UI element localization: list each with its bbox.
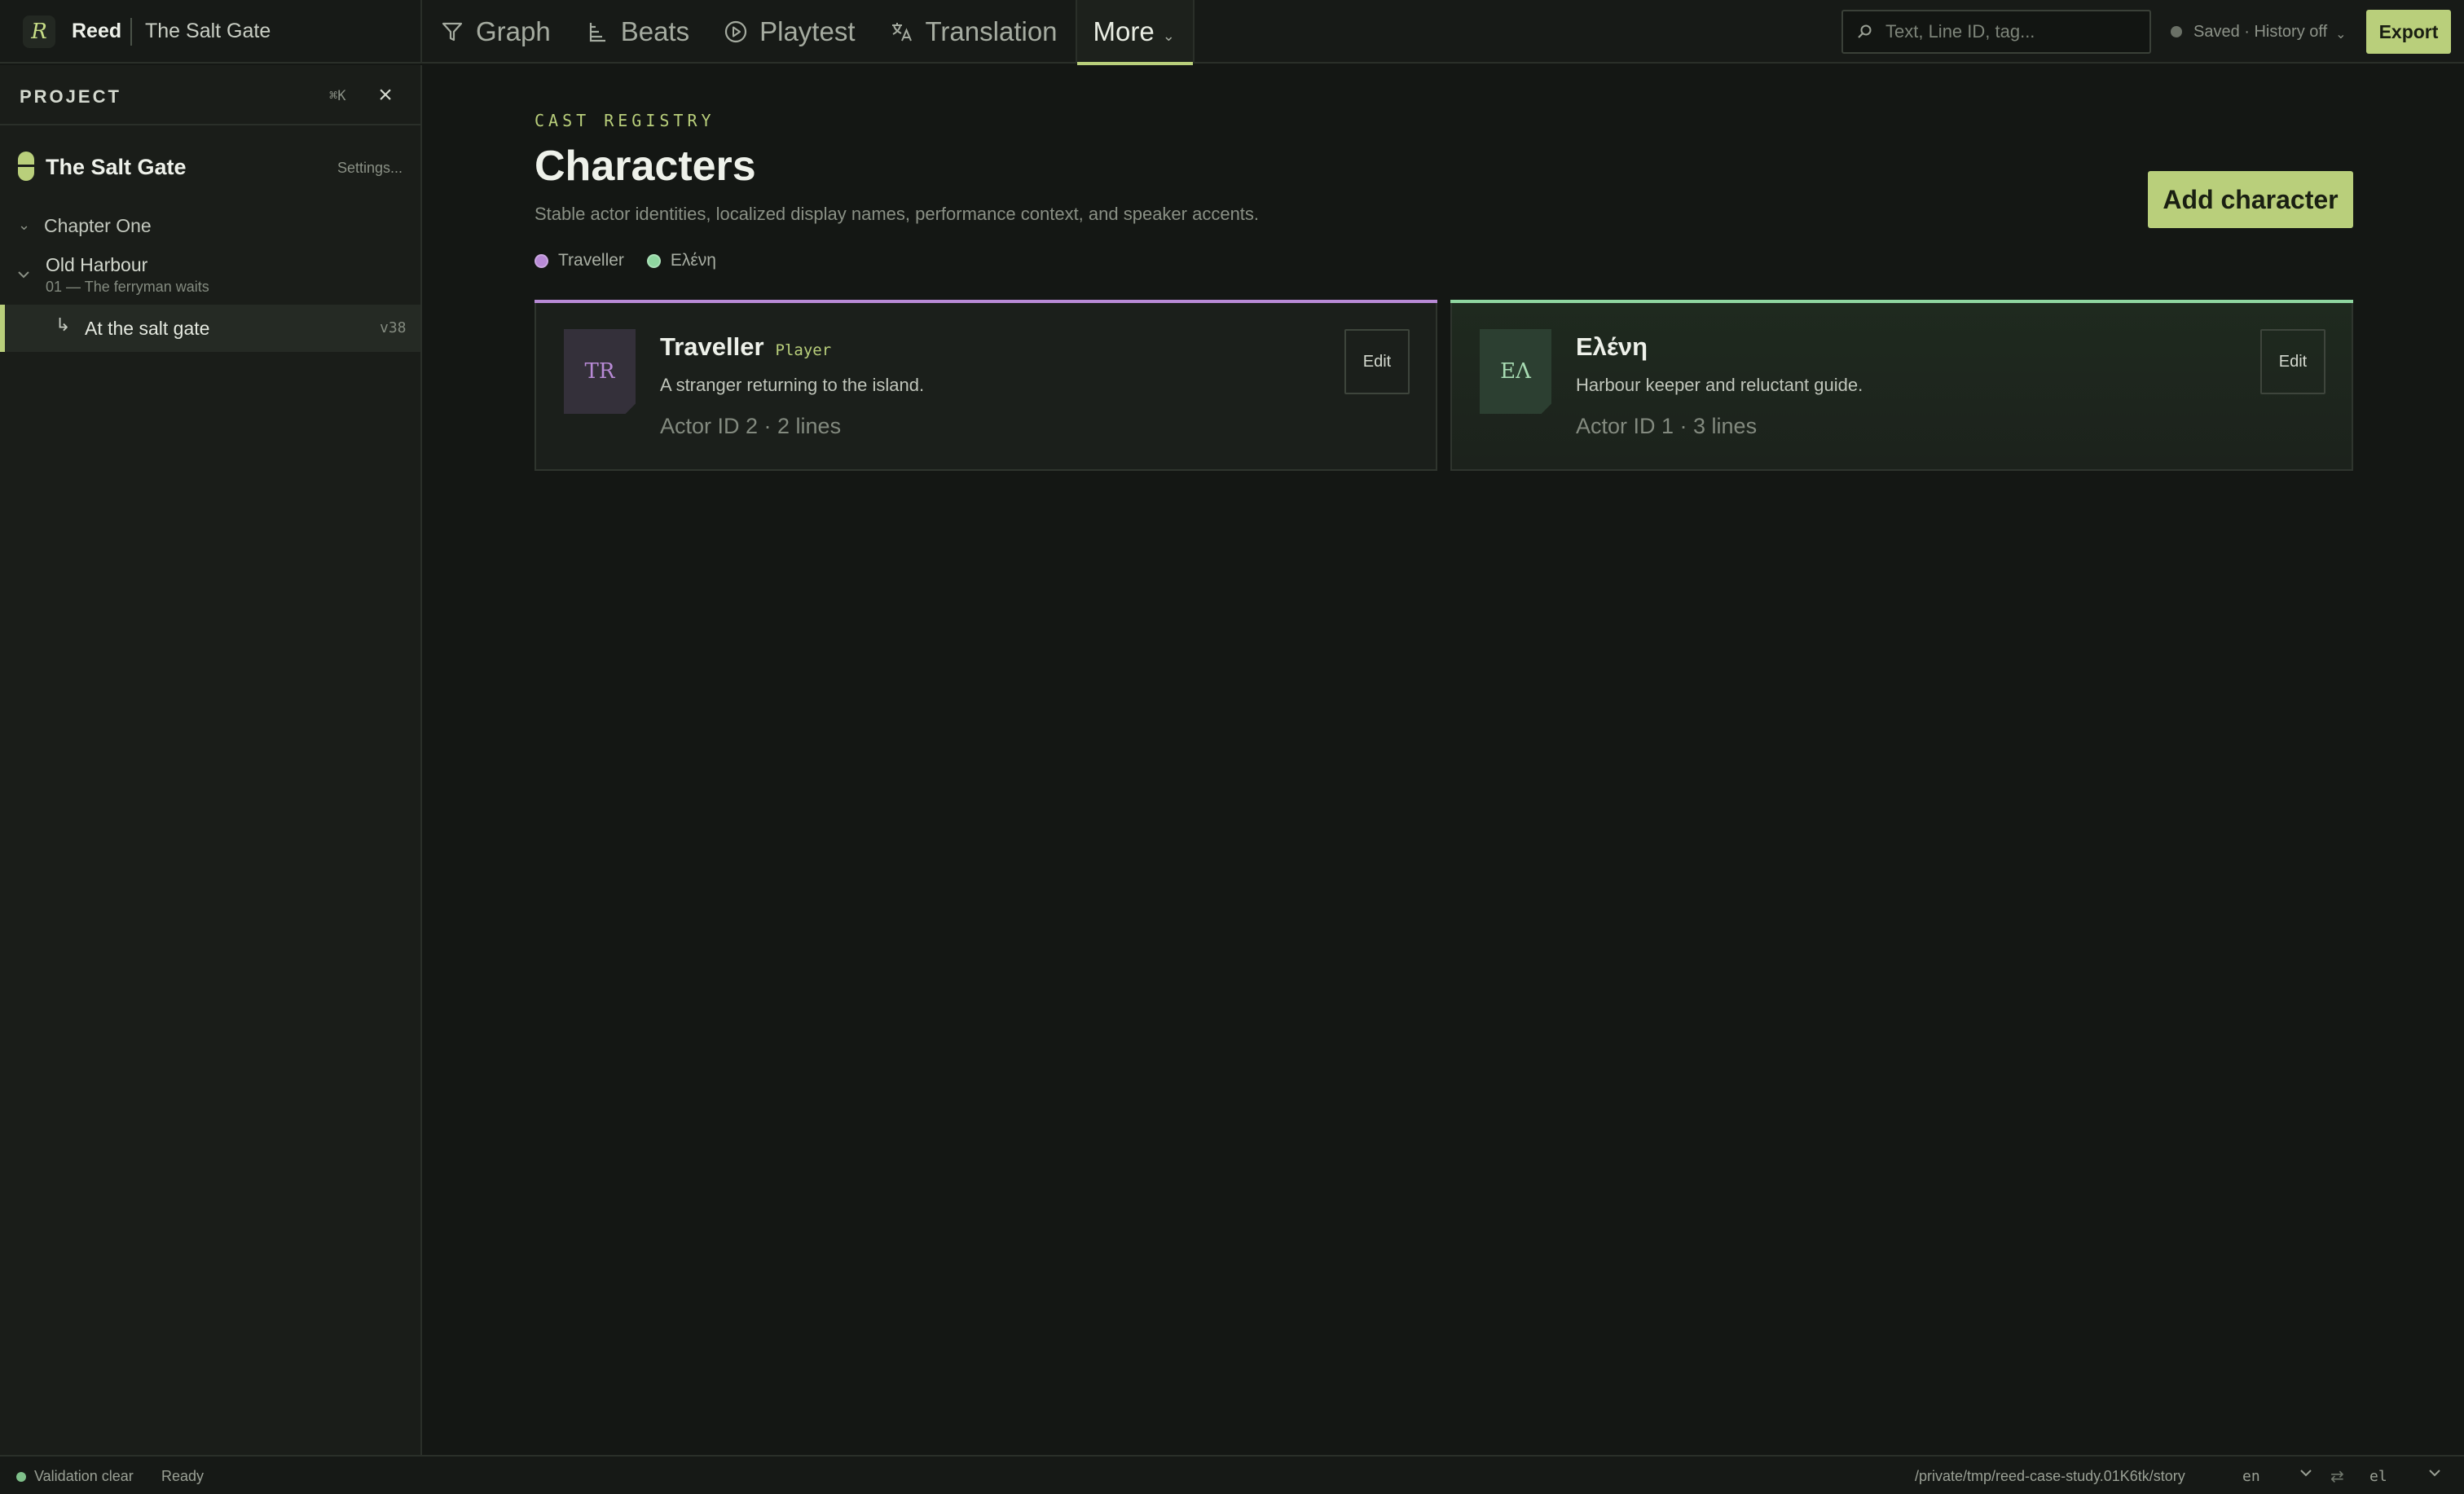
main-nav: Graph Beats Playtest Translation More ⌄ (424, 0, 1195, 65)
section-eyebrow: CAST REGISTRY (535, 111, 715, 130)
logo-glyph: R (31, 20, 47, 44)
character-description: A stranger returning to the island. (660, 375, 925, 395)
character-name-row: Ελένη (1576, 332, 1648, 362)
ready-status: Ready (161, 1468, 205, 1484)
edit-character-button[interactable]: Edit (2260, 329, 2325, 394)
card-accent-bar (1450, 300, 2353, 303)
shortcut-hint: ⌘K (329, 88, 346, 104)
character-meta: Actor ID 2 · 2 lines (660, 414, 842, 438)
play-icon (724, 20, 748, 44)
chevron-down-icon[interactable]: ⌄ (18, 217, 30, 234)
translate-icon (890, 20, 914, 44)
swap-languages-icon[interactable]: ⇄ (2330, 1466, 2344, 1487)
export-button[interactable]: Export (2366, 10, 2451, 54)
tab-more-label: More (1093, 16, 1155, 46)
chevron-down-icon: ⌄ (2335, 28, 2347, 42)
character-name: Ελένη (1576, 332, 1648, 361)
save-status-label: Saved · History off (2193, 22, 2328, 41)
validation-status-dot (16, 1472, 26, 1482)
tab-graph-label: Graph (476, 16, 551, 46)
sidebar-header: PROJECT ⌘K × (0, 65, 420, 125)
branch-arrow-icon: ↳ (55, 314, 71, 335)
tab-playtest[interactable]: Playtest (707, 0, 873, 64)
character-name: Traveller (660, 332, 764, 361)
legend-label: Ελένη (670, 251, 716, 270)
sidebar-project-name: The Salt Gate (46, 155, 187, 179)
search-box[interactable] (1841, 10, 2151, 54)
reed-logo-icon[interactable]: R (23, 15, 55, 48)
tab-beats[interactable]: Beats (569, 0, 707, 64)
project-settings-link[interactable]: Settings... (337, 160, 403, 177)
speaker-legend: Traveller Ελένη (535, 251, 739, 270)
project-sidebar: PROJECT ⌘K × The Salt Gate Settings... ⌄… (0, 65, 422, 1455)
avatar: TR (564, 329, 636, 414)
tree-chapter[interactable]: ⌄ Chapter One (0, 205, 420, 246)
status-bar: Validation clear Ready /private/tmp/reed… (0, 1455, 2464, 1494)
brand: R Reed The Salt Gate (0, 0, 422, 64)
source-language-select[interactable]: en (2242, 1468, 2260, 1485)
tree-scene[interactable]: Old Harbour 01 — The ferryman waits (0, 246, 420, 308)
legend-item[interactable]: Ελένη (646, 251, 716, 270)
main-content: CAST REGISTRY Characters Stable actor id… (424, 65, 2464, 1455)
character-role-badge: Player (775, 341, 832, 359)
project-icon (18, 152, 34, 181)
search-input[interactable] (1885, 21, 2146, 42)
node-version: v38 (380, 319, 407, 336)
brand-divider (130, 18, 132, 46)
tab-beats-label: Beats (620, 16, 690, 46)
avatar: ΕΛ (1480, 329, 1551, 414)
graph-icon (440, 20, 464, 44)
tab-playtest-label: Playtest (759, 16, 856, 46)
tab-graph[interactable]: Graph (424, 0, 569, 64)
app-name: Reed (72, 20, 122, 42)
page-description: Stable actor identities, localized displ… (535, 204, 1260, 224)
search-icon (1856, 23, 1874, 41)
legend-label: Traveller (558, 251, 624, 270)
validation-status[interactable]: Validation clear (34, 1468, 134, 1485)
chevron-down-icon: ⌄ (1162, 27, 1175, 44)
chevron-down-icon[interactable] (2298, 1465, 2314, 1486)
sidebar-project-row[interactable]: The Salt Gate Settings... (0, 143, 420, 192)
project-path: /private/tmp/reed-case-study.01K6tk/stor… (1915, 1468, 2185, 1484)
close-icon[interactable]: × (373, 83, 398, 108)
chapter-label: Chapter One (44, 215, 152, 236)
chevron-down-icon[interactable] (2427, 1465, 2443, 1486)
sidebar-title: PROJECT (20, 86, 121, 107)
legend-dot (646, 253, 661, 268)
tab-more[interactable]: More ⌄ (1075, 0, 1195, 65)
add-character-button[interactable]: Add character (2148, 171, 2353, 228)
tab-translation-label: Translation (925, 16, 1058, 46)
legend-item[interactable]: Traveller (535, 251, 624, 270)
tree-node-selected[interactable]: ↳ At the salt gate v38 (0, 305, 420, 352)
node-label: At the salt gate (85, 318, 210, 339)
save-status-dot (2171, 26, 2182, 37)
tab-translation[interactable]: Translation (873, 0, 1076, 64)
character-card[interactable]: TR Traveller Player A stranger returning … (535, 300, 1437, 471)
scene-title: Old Harbour (46, 254, 148, 275)
target-language-select[interactable]: el (2369, 1468, 2387, 1485)
beats-icon (585, 20, 609, 44)
legend-dot (535, 253, 548, 268)
edit-character-button[interactable]: Edit (1344, 329, 1410, 394)
character-meta: Actor ID 1 · 3 lines (1576, 414, 1758, 438)
project-name: The Salt Gate (145, 20, 271, 42)
top-bar: R Reed The Salt Gate Graph Beats Playtes… (0, 0, 2464, 65)
character-name-row: Traveller Player (660, 332, 831, 362)
scene-subtitle: 01 — The ferryman waits (46, 279, 209, 295)
page-title: Characters (535, 143, 756, 190)
chevron-down-icon[interactable] (16, 267, 31, 286)
save-status[interactable]: Saved · History off ⌄ (2171, 21, 2347, 42)
character-card[interactable]: ΕΛ Ελένη Harbour keeper and reluctant gu… (1450, 300, 2353, 471)
card-accent-bar (535, 300, 1437, 303)
character-description: Harbour keeper and reluctant guide. (1576, 375, 1863, 395)
